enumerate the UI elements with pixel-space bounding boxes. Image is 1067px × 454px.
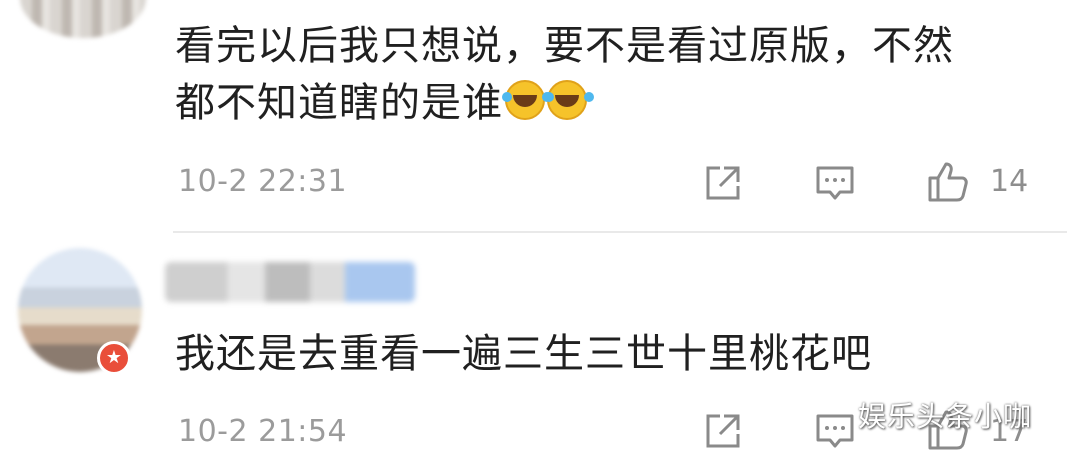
comment-icon[interactable] <box>812 408 858 454</box>
thumbs-up-icon[interactable] <box>924 158 970 204</box>
comment-text-line-1: 看完以后我只想说，要不是看过原版，不然 <box>175 23 954 69</box>
watermark: 娱乐头条小咖 <box>858 400 1033 433</box>
share-icon[interactable] <box>700 408 746 454</box>
comment-text-line-2: 都不知道瞎的是谁 <box>175 75 587 131</box>
avatar[interactable] <box>20 0 146 38</box>
like-count: 14 <box>990 164 1029 199</box>
comment-text-span: 都不知道瞎的是谁 <box>175 80 503 126</box>
username-blurred[interactable] <box>165 262 415 302</box>
laughing-tears-icon <box>502 80 545 120</box>
comment-timestamp: 10-2 21:54 <box>178 414 348 449</box>
comment-icon[interactable] <box>812 160 858 206</box>
comment-text: 我还是去重看一遍三生三世十里桃花吧 <box>175 331 872 377</box>
verified-badge-icon: ★ <box>97 341 131 375</box>
laughing-tears-icon <box>544 80 587 120</box>
comment-timestamp: 10-2 22:31 <box>178 164 348 199</box>
divider <box>173 231 1067 233</box>
share-icon[interactable] <box>700 160 746 206</box>
